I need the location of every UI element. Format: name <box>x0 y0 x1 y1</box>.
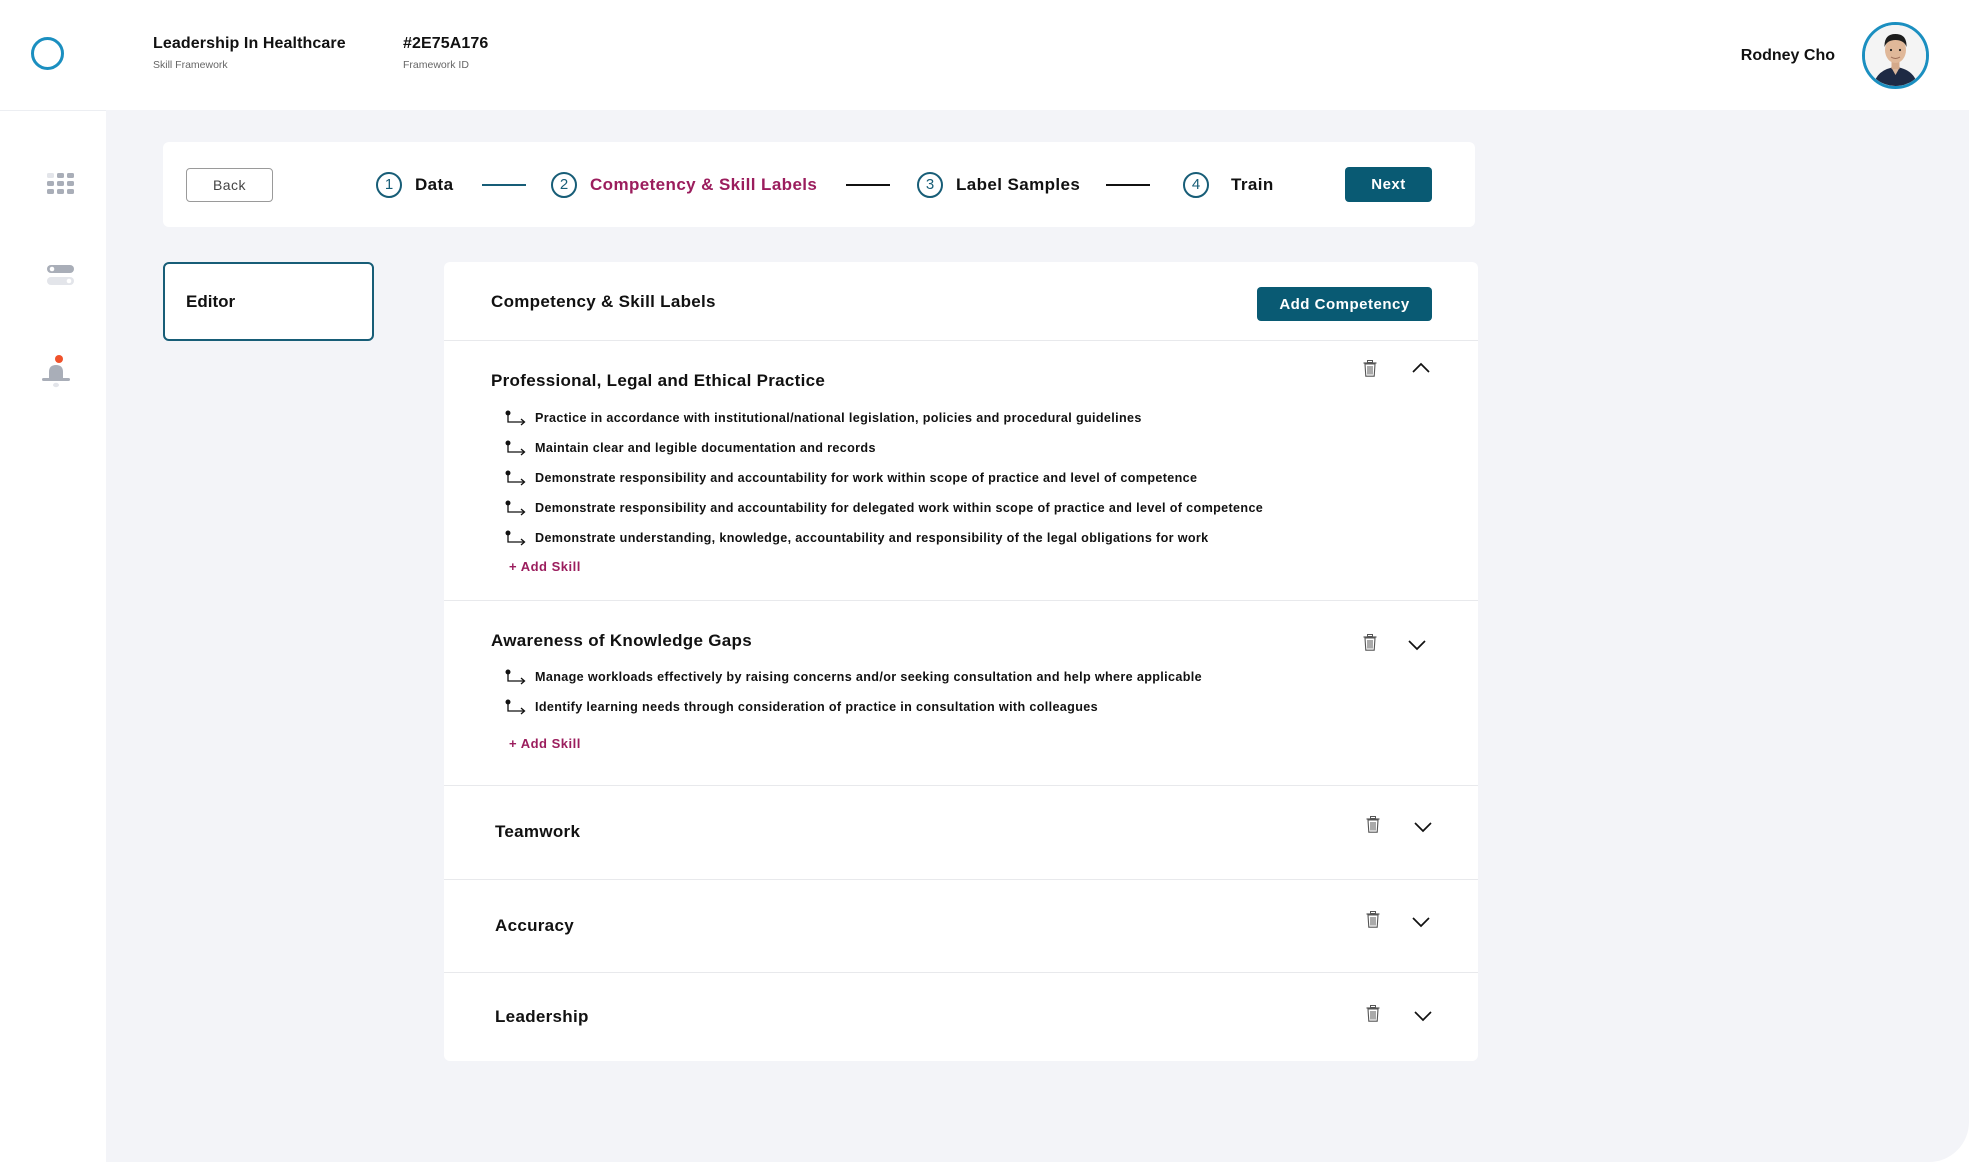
chevron-down-icon <box>1408 640 1426 651</box>
next-button[interactable]: Next <box>1345 167 1432 202</box>
framework-id-label: Framework ID <box>403 59 469 71</box>
bell-icon <box>42 355 70 388</box>
sidebar-item-settings[interactable] <box>47 265 74 291</box>
collapse-button[interactable] <box>1412 361 1430 379</box>
competency-section: Leadership <box>444 973 1478 1061</box>
trash-icon <box>1366 816 1380 833</box>
competency-title[interactable]: Leadership <box>495 1007 589 1027</box>
step-train[interactable]: 4 Train <box>1183 142 1274 227</box>
expand-button[interactable] <box>1408 638 1426 656</box>
delete-competency-button[interactable] <box>1363 634 1377 656</box>
competency-section: Accuracy <box>444 880 1478 973</box>
add-skill-link[interactable]: + Add Skill <box>509 736 581 751</box>
step-label: Competency & Skill Labels <box>590 174 818 194</box>
framework-name-label: Skill Framework <box>153 59 228 71</box>
expand-button[interactable] <box>1414 820 1432 838</box>
skill-item[interactable]: Demonstrate understanding, knowledge, ac… <box>505 523 1263 553</box>
skill-text: Identify learning needs through consider… <box>535 700 1098 714</box>
competency-title[interactable]: Professional, Legal and Ethical Practice <box>491 371 825 391</box>
sub-item-arrow-icon <box>505 530 526 546</box>
panel-title: Competency & Skill Labels <box>491 292 716 311</box>
step-number: 3 <box>917 171 943 198</box>
step-label: Data <box>415 174 454 194</box>
skill-text: Manage workloads effectively by raising … <box>535 670 1202 684</box>
chevron-down-icon <box>1412 917 1430 928</box>
avatar-image <box>1865 25 1926 86</box>
delete-competency-button[interactable] <box>1366 911 1380 933</box>
sub-item-arrow-icon <box>505 440 526 456</box>
delete-competency-button[interactable] <box>1366 1005 1380 1027</box>
expand-button[interactable] <box>1412 915 1430 933</box>
app-logo-icon[interactable] <box>31 37 64 70</box>
step-number: 1 <box>376 171 402 198</box>
framework-id: #2E75A176 <box>403 35 489 52</box>
trash-icon <box>1363 634 1377 651</box>
skill-list: Practice in accordance with institutiona… <box>505 403 1263 553</box>
delete-competency-button[interactable] <box>1366 816 1380 838</box>
framework-id-block: #2E75A176 Framework ID <box>403 35 488 71</box>
skill-item[interactable]: Demonstrate responsibility and accountab… <box>505 493 1263 523</box>
sidebar-item-notifications[interactable] <box>41 355 71 394</box>
apps-grid-icon <box>47 173 74 194</box>
skill-text: Demonstrate responsibility and accountab… <box>535 471 1198 485</box>
sub-item-arrow-icon <box>505 669 526 685</box>
step-number: 4 <box>1183 171 1209 198</box>
step-connector <box>1106 184 1150 186</box>
competency-title[interactable]: Accuracy <box>495 916 574 936</box>
editor-label: Editor <box>186 292 236 311</box>
step-label: Label Samples <box>956 174 1081 194</box>
add-skill-link[interactable]: + Add Skill <box>509 559 581 574</box>
competency-panel: Competency & Skill Labels Add Competency… <box>444 262 1478 1061</box>
toggles-icon <box>47 265 74 285</box>
add-competency-button[interactable]: Add Competency <box>1257 287 1432 321</box>
sub-item-arrow-icon <box>505 699 526 715</box>
trash-icon <box>1366 1005 1380 1022</box>
notification-dot <box>55 355 63 363</box>
skill-list: Manage workloads effectively by raising … <box>505 662 1202 722</box>
skill-text: Maintain clear and legible documentation… <box>535 441 876 455</box>
sidebar <box>0 110 106 1162</box>
user-name[interactable]: Rodney Cho <box>1741 47 1835 65</box>
step-number: 2 <box>551 171 577 198</box>
skill-text: Practice in accordance with institutiona… <box>535 411 1142 425</box>
skill-item[interactable]: Practice in accordance with institutiona… <box>505 403 1263 433</box>
chevron-down-icon <box>1414 822 1432 833</box>
step-competency-skill-labels[interactable]: 2 Competency & Skill Labels <box>551 142 817 227</box>
step-data[interactable]: 1 Data <box>376 142 453 227</box>
skill-item[interactable]: Manage workloads effectively by raising … <box>505 662 1202 692</box>
expand-button[interactable] <box>1414 1009 1432 1027</box>
skill-text: Demonstrate understanding, knowledge, ac… <box>535 531 1209 545</box>
skill-item[interactable]: Demonstrate responsibility and accountab… <box>505 463 1263 493</box>
step-connector <box>846 184 890 186</box>
competency-section: Teamwork <box>444 786 1478 880</box>
trash-icon <box>1363 360 1377 377</box>
sub-item-arrow-icon <box>505 500 526 516</box>
skill-text: Demonstrate responsibility and accountab… <box>535 501 1264 515</box>
delete-competency-button[interactable] <box>1363 360 1377 382</box>
wizard-stepper: Back 1 Data 2 Competency & Skill Labels … <box>163 142 1475 227</box>
editor-tab[interactable]: Editor <box>163 262 374 341</box>
competency-title[interactable]: Awareness of Knowledge Gaps <box>491 631 752 651</box>
competency-section: Professional, Legal and Ethical Practice <box>444 341 1478 601</box>
step-connector <box>482 184 526 186</box>
framework-name-block: Leadership In Healthcare Skill Framework <box>153 35 346 71</box>
skill-item[interactable]: Maintain clear and legible documentation… <box>505 433 1263 463</box>
step-label-samples[interactable]: 3 Label Samples <box>917 142 1080 227</box>
skill-item[interactable]: Identify learning needs through consider… <box>505 692 1202 722</box>
competency-panel-header: Competency & Skill Labels Add Competency <box>444 262 1478 341</box>
back-button[interactable]: Back <box>186 168 273 202</box>
main-area: Back 1 Data 2 Competency & Skill Labels … <box>106 110 1969 1162</box>
chevron-up-icon <box>1412 362 1430 373</box>
step-label: Train <box>1231 174 1274 194</box>
competency-section: Awareness of Knowledge Gaps Manage workl… <box>444 601 1478 786</box>
top-header: Leadership In Healthcare Skill Framework… <box>0 0 1969 110</box>
sub-item-arrow-icon <box>505 410 526 426</box>
competency-title[interactable]: Teamwork <box>495 822 580 842</box>
chevron-down-icon <box>1414 1011 1432 1022</box>
sidebar-item-apps[interactable] <box>47 173 74 199</box>
user-avatar[interactable] <box>1862 22 1929 89</box>
framework-name: Leadership In Healthcare <box>153 35 346 52</box>
trash-icon <box>1366 911 1380 928</box>
sub-item-arrow-icon <box>505 470 526 486</box>
